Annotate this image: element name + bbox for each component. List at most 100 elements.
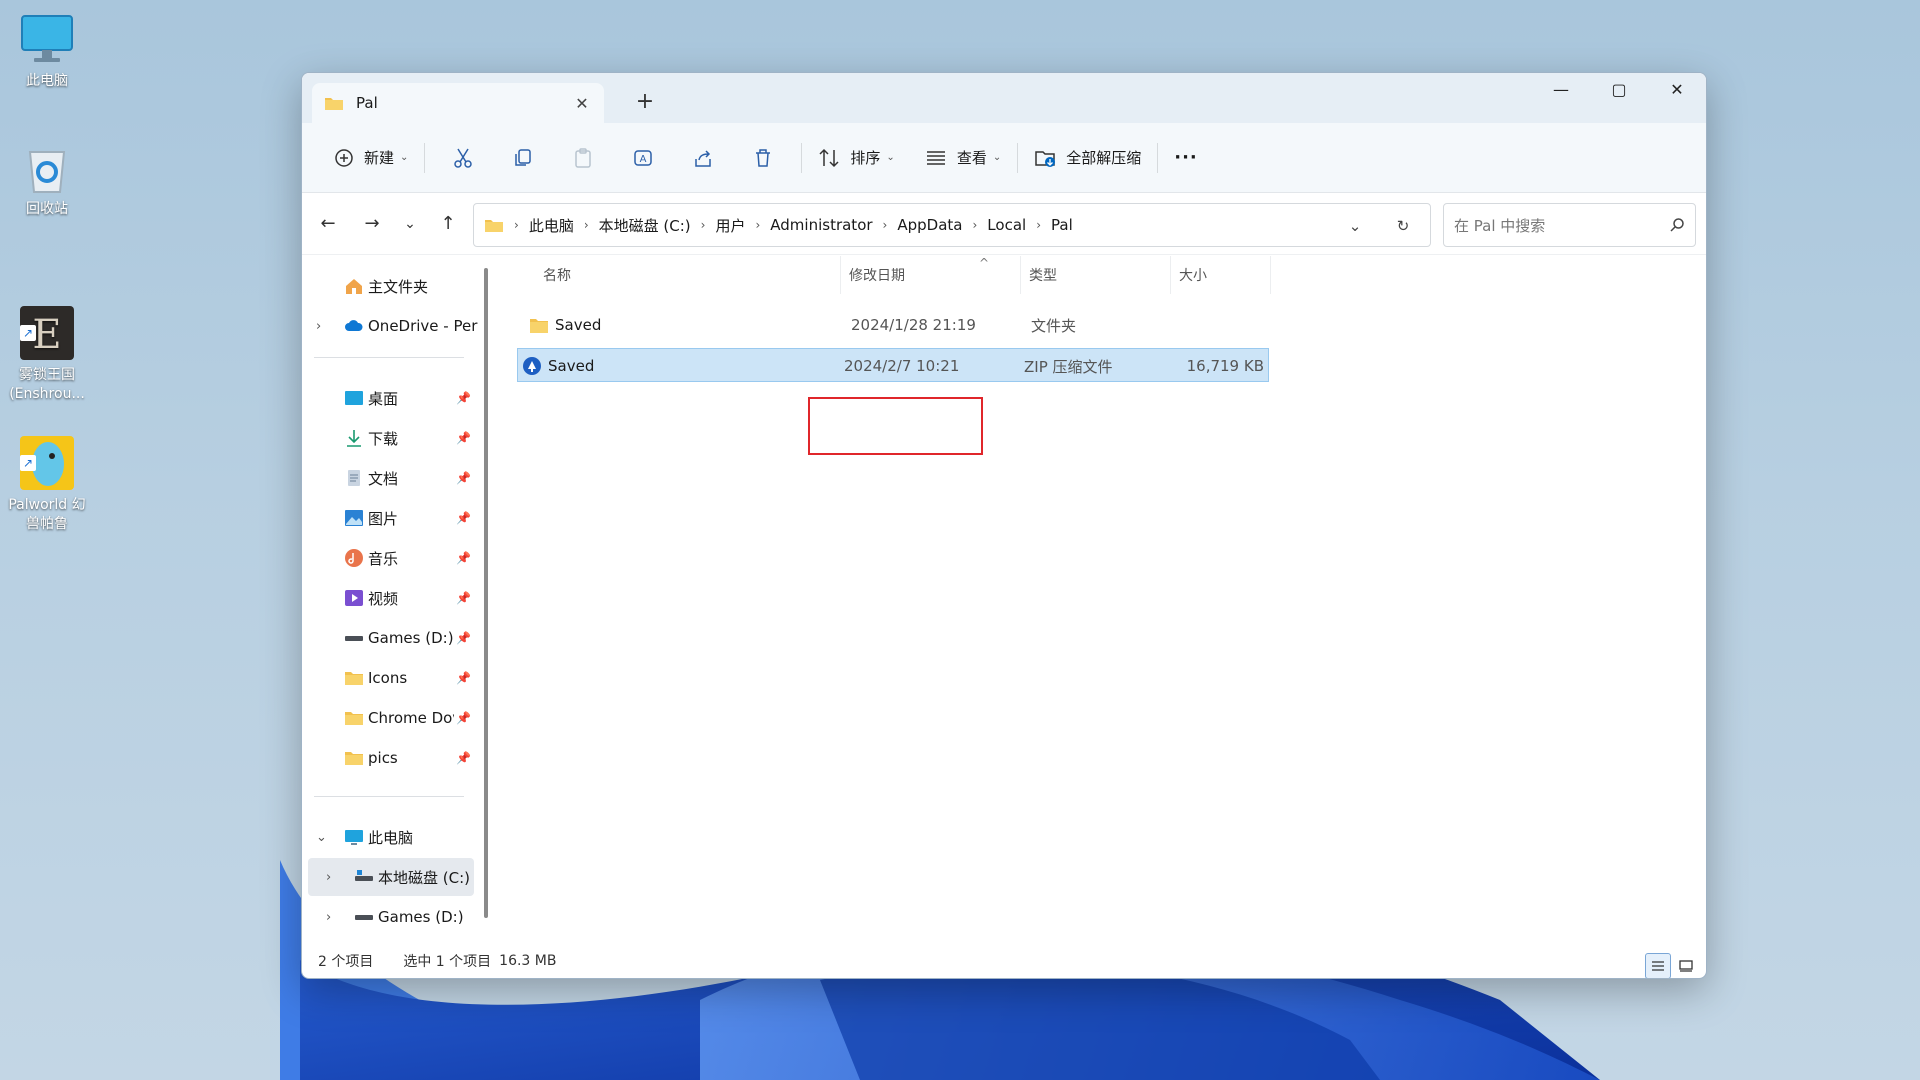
- chevron-down-icon: ⌄: [400, 152, 409, 163]
- forward-button[interactable]: →: [350, 206, 394, 242]
- folder-icon: [529, 308, 549, 342]
- new-button[interactable]: 新建 ⌄: [326, 138, 416, 178]
- pin-icon[interactable]: 📌: [456, 591, 471, 605]
- breadcrumb-administrator[interactable]: Administrator: [770, 216, 872, 234]
- sidebar-item-music[interactable]: 音乐 📌: [302, 539, 492, 577]
- cut-button[interactable]: [433, 138, 493, 178]
- breadcrumb-pal[interactable]: Pal: [1051, 216, 1073, 234]
- address-bar[interactable]: › 此电脑 › 本地磁盘 (C:) › 用户 › Administrator ›…: [473, 203, 1431, 247]
- rename-button[interactable]: A: [613, 138, 673, 178]
- address-history-button[interactable]: ⌄: [1340, 204, 1370, 248]
- shortcut-arrow-icon: ↗: [20, 325, 36, 341]
- pin-icon[interactable]: 📌: [456, 431, 471, 445]
- tiles-view-button[interactable]: [1673, 953, 1699, 978]
- pin-icon[interactable]: 📌: [456, 671, 471, 685]
- pin-icon[interactable]: 📌: [456, 391, 471, 405]
- column-header-size[interactable]: 大小: [1171, 256, 1271, 294]
- pin-icon[interactable]: 📌: [456, 551, 471, 565]
- search-input[interactable]: 在 Pal 中搜索: [1454, 215, 1669, 236]
- sidebar-item-onedrive[interactable]: › OneDrive - Per: [302, 307, 492, 345]
- sidebar-item-home[interactable]: 主文件夹: [302, 267, 492, 305]
- share-button[interactable]: [673, 138, 733, 178]
- sidebar-item-pictures[interactable]: 图片 📌: [302, 499, 492, 537]
- monitor-icon: [18, 10, 76, 68]
- extract-all-button[interactable]: 全部解压缩: [1026, 138, 1149, 178]
- sidebar-item-downloads[interactable]: 下载 📌: [302, 419, 492, 457]
- search-box[interactable]: 在 Pal 中搜索: [1443, 203, 1696, 247]
- chevron-right-icon[interactable]: ›: [883, 218, 888, 232]
- extract-folder-icon: [1035, 150, 1056, 167]
- more-options-button[interactable]: ···: [1166, 138, 1206, 178]
- sort-button[interactable]: 排序 ⌄: [810, 138, 902, 178]
- column-header-name[interactable]: 名称: [517, 256, 841, 294]
- chevron-down-icon[interactable]: ⌄: [316, 830, 327, 845]
- tab-pal[interactable]: Pal ✕: [312, 83, 604, 123]
- desktop-icon-label: Palworld 幻 兽帕鲁: [8, 497, 86, 532]
- tab-title: Pal: [356, 94, 378, 112]
- chevron-right-icon[interactable]: ›: [1036, 218, 1041, 232]
- sidebar-item-local-disk-c[interactable]: › 本地磁盘 (C:): [308, 858, 474, 896]
- breadcrumb-local[interactable]: Local: [987, 216, 1026, 234]
- chevron-right-icon[interactable]: ›: [316, 319, 321, 334]
- sidebar-item-icons[interactable]: Icons 📌: [302, 659, 492, 697]
- sidebar-item-games-d[interactable]: › Games (D:): [302, 898, 492, 934]
- close-tab-icon[interactable]: ✕: [572, 94, 592, 113]
- sidebar-divider: [314, 357, 464, 358]
- picture-icon: [345, 510, 363, 526]
- recent-locations-button[interactable]: ⌄: [394, 206, 426, 242]
- pin-icon[interactable]: 📌: [456, 471, 471, 485]
- desktop-icon-label: 此电脑: [26, 73, 68, 89]
- copy-button[interactable]: [493, 138, 553, 178]
- chevron-right-icon[interactable]: ›: [326, 910, 331, 925]
- desktop-icon: [345, 391, 363, 405]
- column-header-type[interactable]: 类型: [1021, 256, 1171, 294]
- file-list: 名称 ^ 修改日期 类型 大小 Saved 2024/1/28 21:19 文件…: [507, 256, 1706, 934]
- breadcrumb-local-disk[interactable]: 本地磁盘 (C:): [599, 215, 691, 236]
- sidebar-item-desktop[interactable]: 桌面 📌: [302, 379, 492, 417]
- paste-button[interactable]: [553, 138, 613, 178]
- back-button[interactable]: ←: [306, 206, 350, 242]
- scissors-icon: [454, 148, 473, 168]
- pin-icon[interactable]: 📌: [456, 751, 471, 765]
- folder-icon: [325, 98, 343, 110]
- sidebar-item-videos[interactable]: 视频 📌: [302, 579, 492, 617]
- breadcrumb-this-pc[interactable]: 此电脑: [529, 215, 574, 236]
- chevron-right-icon[interactable]: ›: [755, 218, 760, 232]
- file-row-saved-zip[interactable]: Saved 2024/2/7 10:21 ZIP 压缩文件 16,719 KB: [517, 348, 1269, 382]
- chevron-down-icon: ⌄: [404, 215, 416, 232]
- chevron-right-icon[interactable]: ›: [701, 218, 706, 232]
- details-view-icon: [1652, 961, 1664, 971]
- new-tab-button[interactable]: +: [630, 87, 660, 117]
- pin-icon[interactable]: 📌: [456, 631, 471, 645]
- sidebar-scrollbar[interactable]: [484, 268, 488, 918]
- chevron-right-icon[interactable]: ›: [326, 870, 331, 885]
- file-name: Saved: [548, 357, 595, 375]
- chevron-right-icon[interactable]: ›: [972, 218, 977, 232]
- close-button[interactable]: ✕: [1648, 73, 1706, 107]
- desktop-icon-recycle-bin[interactable]: 回收站: [0, 138, 94, 219]
- chevron-right-icon[interactable]: ›: [584, 218, 589, 232]
- sidebar-item-games-drive[interactable]: Games (D:) 📌: [302, 619, 492, 657]
- recycle-bin-icon: [18, 138, 76, 196]
- minimize-button[interactable]: —: [1532, 73, 1590, 107]
- details-view-button[interactable]: [1645, 953, 1671, 978]
- delete-button[interactable]: [733, 138, 793, 178]
- desktop-icon-this-pc[interactable]: 此电脑: [0, 10, 94, 91]
- pin-icon[interactable]: 📌: [456, 711, 471, 725]
- sidebar-item-chrome-downloads[interactable]: Chrome Dov 📌: [302, 699, 492, 737]
- maximize-button[interactable]: ▢: [1590, 73, 1648, 107]
- search-icon: [1670, 218, 1684, 232]
- refresh-button[interactable]: ↻: [1388, 204, 1418, 248]
- up-button[interactable]: ↑: [426, 206, 470, 242]
- desktop-icon-palworld[interactable]: ↗ Palworld 幻 兽帕鲁: [0, 396, 94, 553]
- breadcrumb-users[interactable]: 用户: [715, 215, 745, 236]
- breadcrumb-appdata[interactable]: AppData: [897, 216, 962, 234]
- column-header-date[interactable]: 修改日期: [841, 256, 1021, 294]
- pin-icon[interactable]: 📌: [456, 511, 471, 525]
- file-row-saved-folder[interactable]: Saved 2024/1/28 21:19 文件夹: [517, 308, 1269, 342]
- sidebar-item-pics[interactable]: pics 📌: [302, 739, 492, 777]
- new-button-label: 新建: [364, 149, 395, 167]
- sidebar-item-documents[interactable]: 文档 📌: [302, 459, 492, 497]
- sidebar-item-this-pc[interactable]: ⌄ 此电脑: [302, 818, 492, 856]
- view-button[interactable]: 查看 ⌄: [917, 138, 1009, 178]
